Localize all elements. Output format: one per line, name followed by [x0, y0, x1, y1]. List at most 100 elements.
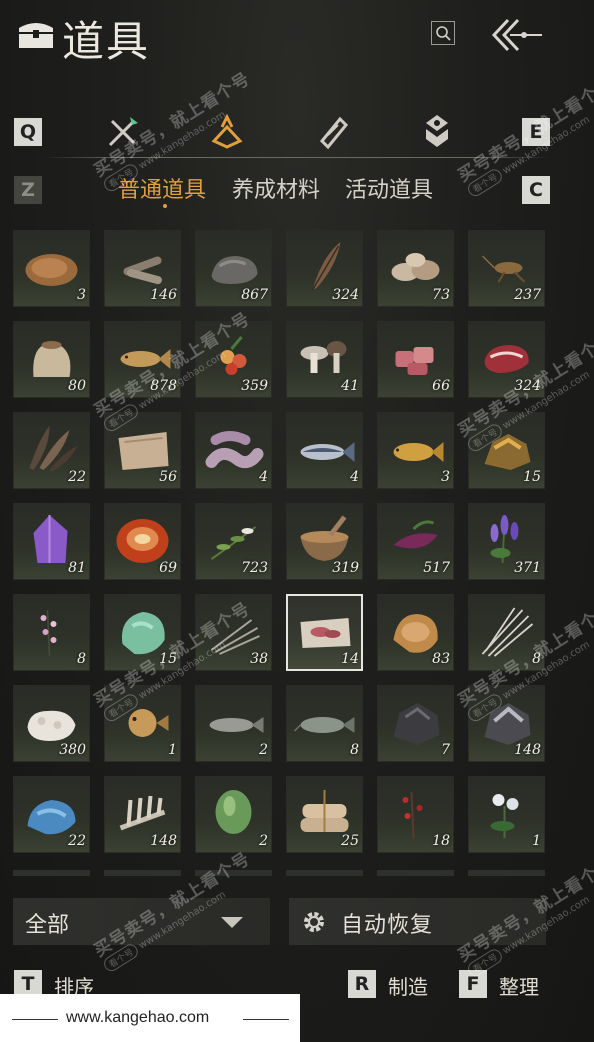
item-slot[interactable]: 83 [377, 594, 454, 671]
item-slot[interactable]: 38 [195, 594, 272, 671]
item-slot[interactable]: 324 [468, 321, 545, 398]
item-slot[interactable]: 7 [377, 685, 454, 762]
item-count: 56 [159, 469, 177, 485]
item-slot[interactable]: 878 [104, 321, 181, 398]
carp-icon [393, 442, 444, 462]
item-count: 15 [159, 651, 177, 667]
auto-restore-button[interactable]: 自动恢复 [289, 898, 546, 945]
item-slot[interactable]: 4 [286, 412, 363, 489]
item-slot[interactable]: 66 [377, 321, 454, 398]
divider [44, 157, 550, 158]
header: 道具 [0, 0, 594, 80]
item-slot[interactable]: 15 [468, 412, 545, 489]
search-icon [436, 26, 451, 41]
craft-key: R [348, 970, 376, 998]
item-slot[interactable]: 41 [286, 321, 363, 398]
item-slot[interactable]: 1 [468, 776, 545, 853]
gear-icon [304, 912, 324, 932]
chest-icon [19, 23, 53, 48]
footer-url: www.kangehao.com [66, 1009, 210, 1026]
item-count: 41 [341, 378, 359, 394]
item-slot[interactable]: 73 [377, 230, 454, 307]
craft-button[interactable]: R 制造 [348, 970, 438, 999]
item-slot[interactable]: 380 [13, 685, 90, 762]
item-count: 517 [423, 560, 450, 576]
item-slot[interactable]: 18 [377, 776, 454, 853]
mackerel-icon [209, 717, 264, 733]
item-count: 324 [514, 378, 541, 394]
catfish-icon [293, 717, 355, 733]
item-count: 324 [332, 287, 359, 303]
item-slot[interactable]: 1 [104, 685, 181, 762]
item-count: 81 [68, 560, 86, 576]
item-slot[interactable]: 2 [195, 685, 272, 762]
item-count: 69 [159, 560, 177, 576]
item-slot[interactable]: 8 [13, 594, 90, 671]
next-tab-key[interactable]: C [522, 176, 550, 204]
item-slot[interactable]: 324 [286, 230, 363, 307]
item-slot[interactable]: 8 [468, 594, 545, 671]
item-count: 73 [432, 287, 450, 303]
item-slot[interactable]: 81 [13, 503, 90, 580]
item-slot[interactable]: 15 [104, 594, 181, 671]
item-count: 4 [350, 469, 359, 485]
item-count: 8 [350, 742, 359, 758]
item-slot[interactable]: 237 [468, 230, 545, 307]
prev-tab-key[interactable]: Z [14, 176, 42, 204]
item-count: 15 [523, 469, 541, 485]
item-count: 38 [250, 651, 268, 667]
item-count: 867 [241, 287, 268, 303]
back-button[interactable] [488, 14, 544, 56]
item-slot[interactable]: 146 [104, 230, 181, 307]
item-slot[interactable]: 359 [195, 321, 272, 398]
page-title: 道具 [62, 17, 151, 66]
item-count: 18 [432, 833, 450, 849]
prev-category-key[interactable]: Q [14, 118, 42, 146]
item-slot[interactable]: 56 [104, 412, 181, 489]
filter-dropdown[interactable]: 全部 [13, 898, 270, 945]
cloth-icon [205, 431, 264, 469]
item-slot[interactable]: 148 [104, 776, 181, 853]
item-slot[interactable]: 867 [195, 230, 272, 307]
item-slot[interactable]: 3 [377, 412, 454, 489]
item-slot[interactable]: 2 [195, 776, 272, 853]
grid-row-peek [13, 870, 90, 876]
gem-category-icon[interactable] [418, 113, 456, 151]
item-count: 7 [441, 742, 450, 758]
item-count: 2 [259, 833, 268, 849]
scroll-category-icon[interactable] [314, 113, 352, 151]
item-slot[interactable]: 319 [286, 503, 363, 580]
item-count: 878 [150, 378, 177, 394]
item-slot[interactable]: 22 [13, 412, 90, 489]
item-slot[interactable]: 80 [13, 321, 90, 398]
white-flowers-icon [490, 794, 519, 838]
item-slot[interactable]: 371 [468, 503, 545, 580]
item-slot[interactable]: 3 [13, 230, 90, 307]
porcupine-quills-icon [481, 607, 534, 657]
item-slot[interactable]: 22 [13, 776, 90, 853]
item-count: 2 [259, 742, 268, 758]
item-slot[interactable]: 723 [195, 503, 272, 580]
item-slot[interactable]: 25 [286, 776, 363, 853]
tab-normal-items[interactable]: 普通道具 [118, 172, 206, 204]
item-slot[interactable]: 8 [286, 685, 363, 762]
tab-event-items[interactable]: 活动道具 [345, 172, 433, 204]
items-category-icon[interactable] [208, 113, 246, 151]
item-count: 83 [432, 651, 450, 667]
item-count: 14 [341, 651, 359, 667]
next-category-key[interactable]: E [522, 118, 550, 146]
tidy-button[interactable]: F 整理 [459, 970, 549, 999]
tab-materials[interactable]: 养成材料 [232, 172, 320, 204]
item-count: 80 [68, 378, 86, 394]
item-slot[interactable]: 4 [195, 412, 272, 489]
footer-banner: www.kangehao.com [0, 994, 300, 1042]
pink-blossom-icon [40, 609, 57, 657]
item-slot[interactable]: 14 [286, 594, 363, 671]
item-slot[interactable]: 517 [377, 503, 454, 580]
item-count: 723 [241, 560, 268, 576]
grid-row-peek [286, 870, 363, 876]
weapons-category-icon[interactable] [104, 113, 142, 151]
search-button[interactable] [431, 21, 455, 45]
item-slot[interactable]: 148 [468, 685, 545, 762]
item-slot[interactable]: 69 [104, 503, 181, 580]
